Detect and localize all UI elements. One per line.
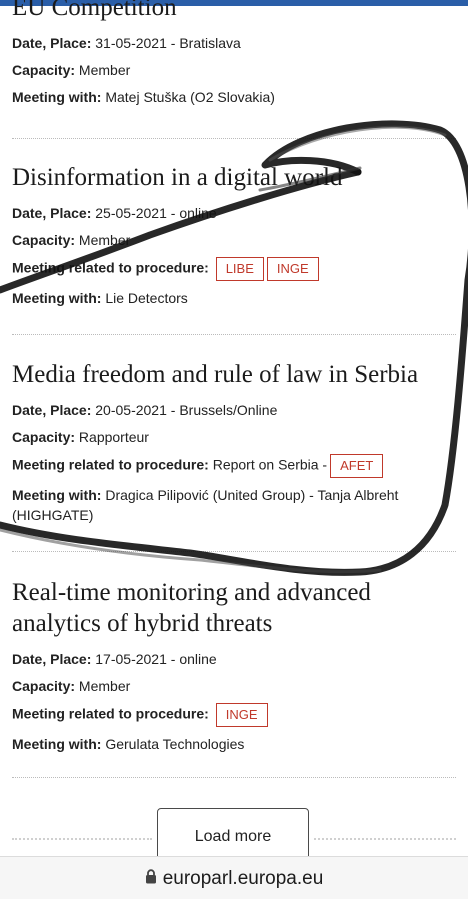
- meeting-with-value: Gerulata Technologies: [105, 736, 245, 752]
- entry-divider: [12, 334, 456, 335]
- meeting-with-label: Meeting with:: [12, 487, 102, 503]
- url-text[interactable]: europarl.europa.eu: [163, 868, 324, 890]
- date-place-row: Date, Place: 20-05-2021 - Brussels/Onlin…: [12, 400, 456, 420]
- procedure-row: Meeting related to procedure: LIBE INGE: [12, 257, 456, 281]
- procedure-label: Meeting related to procedure:: [12, 456, 209, 473]
- load-more-divider-left: [12, 838, 152, 840]
- entry-divider: [12, 138, 456, 139]
- meeting-with-label: Meeting with:: [12, 736, 102, 752]
- pen-scribble-stroke: [268, 125, 447, 162]
- date-place-label: Date, Place:: [12, 402, 92, 418]
- procedure-row: Meeting related to procedure: INGE: [12, 703, 456, 727]
- meeting-with-row: Meeting with: Gerulata Technologies: [12, 734, 456, 754]
- capacity-value: Member: [78, 62, 131, 78]
- meeting-entry: Media freedom and rule of law in Serbia …: [12, 359, 456, 532]
- meeting-title[interactable]: EU Competition: [12, 0, 456, 23]
- date-place-value: 17-05-2021 - online: [95, 651, 217, 667]
- meeting-with-label: Meeting with:: [12, 290, 102, 306]
- capacity-value: Rapporteur: [78, 429, 149, 445]
- meeting-with-label: Meeting with:: [12, 89, 102, 105]
- meeting-title[interactable]: Disinformation in a digital world: [12, 162, 456, 193]
- date-place-value: 25-05-2021 - online: [95, 205, 217, 221]
- procedure-tag-libe[interactable]: LIBE: [215, 257, 264, 281]
- capacity-value: Member: [78, 232, 131, 248]
- capacity-row: Capacity: Rapporteur: [12, 427, 456, 447]
- load-more-divider-right: [314, 838, 456, 840]
- load-more-section: Load more: [0, 808, 468, 862]
- capacity-row: Capacity: Member: [12, 230, 456, 250]
- procedure-label: Meeting related to procedure:: [12, 259, 209, 276]
- capacity-value: Member: [78, 678, 131, 694]
- procedure-row: Meeting related to procedure: Report on …: [12, 454, 456, 478]
- date-place-value: 31-05-2021 - Bratislava: [95, 35, 241, 51]
- date-place-value: 20-05-2021 - Brussels/Online: [95, 402, 278, 418]
- meeting-entry: EU Competition Date, Place: 31-05-2021 -…: [12, 0, 456, 114]
- capacity-label: Capacity:: [12, 678, 76, 694]
- entry-divider: [12, 777, 456, 778]
- procedure-tag-inge[interactable]: INGE: [266, 257, 319, 281]
- meeting-title[interactable]: Media freedom and rule of law in Serbia: [12, 359, 456, 390]
- meeting-with-row: Meeting with: Lie Detectors: [12, 288, 456, 308]
- date-place-row: Date, Place: 25-05-2021 - online: [12, 203, 456, 223]
- procedure-tag-inge[interactable]: INGE: [215, 703, 268, 727]
- load-more-button[interactable]: Load more: [157, 808, 309, 862]
- meeting-with-row: Meeting with: Matej Stuška (O2 Slovakia): [12, 87, 456, 107]
- date-place-label: Date, Place:: [12, 205, 92, 221]
- date-place-row: Date, Place: 31-05-2021 - Bratislava: [12, 33, 456, 53]
- procedure-tag-afet[interactable]: AFET: [330, 454, 384, 478]
- capacity-label: Capacity:: [12, 429, 76, 445]
- date-place-row: Date, Place: 17-05-2021 - online: [12, 649, 456, 669]
- capacity-label: Capacity:: [12, 62, 76, 78]
- capacity-label: Capacity:: [12, 232, 76, 248]
- meeting-title[interactable]: Real-time monitoring and advanced analyt…: [12, 577, 412, 639]
- meeting-with-row: Meeting with: Dragica Pilipović (United …: [12, 485, 432, 525]
- entry-divider: [12, 551, 456, 552]
- procedure-label: Meeting related to procedure:: [12, 705, 209, 722]
- meeting-entry: Real-time monitoring and advanced analyt…: [12, 577, 456, 761]
- meeting-with-value: Lie Detectors: [105, 290, 188, 306]
- date-place-label: Date, Place:: [12, 651, 92, 667]
- meeting-with-value: Matej Stuška (O2 Slovakia): [105, 89, 275, 105]
- capacity-row: Capacity: Member: [12, 676, 456, 696]
- lock-icon: [145, 868, 157, 889]
- meeting-entry: Disinformation in a digital world Date, …: [12, 162, 456, 315]
- capacity-row: Capacity: Member: [12, 60, 456, 80]
- procedure-value: Report on Serbia -: [212, 456, 328, 473]
- browser-url-bar[interactable]: europarl.europa.eu: [0, 856, 468, 899]
- date-place-label: Date, Place:: [12, 35, 92, 51]
